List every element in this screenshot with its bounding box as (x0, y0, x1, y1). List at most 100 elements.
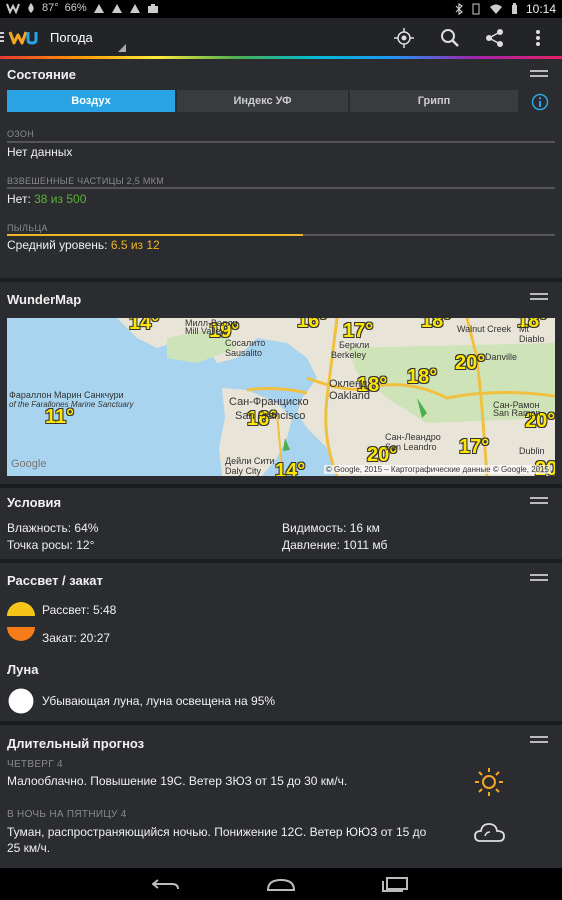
section-title: Состояние (7, 67, 77, 82)
app-bar: Погода (0, 18, 562, 56)
dewpoint-value: Точка росы: 12° (7, 538, 95, 552)
map-city-label: Беркли (339, 340, 370, 350)
map-temperature-label[interactable]: 18° (407, 366, 437, 389)
pressure-value: Давление: 1011 мб (282, 538, 388, 552)
forecast-item[interactable]: ЧЕТВЕРГ 4 Малооблачно. Повышение 19С. Ве… (0, 757, 562, 807)
bluetooth-icon (455, 3, 463, 15)
particles-value-row: Нет: 38 из 500 (7, 192, 86, 206)
map-temperature-label[interactable]: 20° (455, 352, 485, 375)
map-temperature-label[interactable]: 16° (297, 318, 327, 333)
tab-air[interactable]: Воздух (7, 90, 175, 112)
map-city-label: Dublin (519, 446, 545, 456)
particles-label: ВЗВЕШЕННЫЕ ЧАСТИЦЫ 2,5 МКМ (7, 176, 165, 186)
map-city-label: Mt Diablo (519, 324, 545, 344)
conditions-card: Условия Влажность: 64% Точка росы: 12° В… (0, 488, 562, 559)
map-city-label: Сосалито (225, 338, 266, 348)
state-card: Состояние Воздух Индекс УФ Грипп ОЗОН Не… (0, 59, 562, 278)
wifi-icon (489, 4, 502, 14)
info-icon[interactable] (531, 93, 549, 111)
app-logo-button[interactable] (0, 26, 42, 48)
cloud-icon (474, 823, 505, 842)
warning-icon (111, 3, 122, 13)
pollen-level-fill (7, 234, 303, 236)
warning-icon (93, 3, 104, 13)
particles-level-track (7, 187, 555, 189)
forecast-text: Малооблачно. Повышение 19С. Ветер ЗЮЗ от… (7, 774, 348, 788)
map-city-label: Daly City (225, 466, 262, 476)
map-temperature-label[interactable]: 14° (275, 460, 305, 476)
status-bar: 87° 66% 10:14 (0, 0, 562, 18)
vibrate-icon (472, 3, 480, 15)
map-temperature-label[interactable]: 14° (129, 318, 159, 335)
reorder-icon[interactable] (530, 293, 548, 302)
gps-location-icon[interactable] (394, 28, 414, 48)
reorder-icon[interactable] (530, 736, 548, 745)
map-copyright: © Google, 2015 – Картографические данные… (323, 465, 551, 474)
particles-prefix: Нет: (7, 192, 31, 206)
forecast-text: Туман, распространяющийся ночью. Понижен… (7, 825, 427, 855)
ozone-value: Нет данных (7, 145, 73, 159)
battery-percent: 66% (64, 2, 87, 14)
humidity-value: Влажность: 64% (7, 521, 99, 535)
reorder-icon[interactable] (530, 70, 548, 79)
map-city-label: of the Farallones Marine Sanctuary (9, 400, 134, 409)
flame-icon (28, 3, 34, 13)
sun-icon (475, 768, 503, 796)
section-title: WunderMap (7, 292, 82, 307)
drawer-indicator-icon (0, 32, 4, 42)
google-logo: Google (11, 458, 47, 470)
map-city-label: Окленд (329, 378, 368, 390)
reorder-icon[interactable] (530, 497, 548, 506)
sunset-value: Закат: 20:27 (42, 631, 111, 645)
home-icon[interactable] (266, 876, 296, 892)
map-temperature-label[interactable]: 17° (459, 436, 489, 459)
tab-uv-index[interactable]: Индекс УФ (177, 90, 348, 112)
clock: 10:14 (525, 2, 556, 16)
navigation-bar (0, 868, 562, 900)
pollen-value-row: Средний уровень: 6.5 из 12 (7, 238, 160, 252)
share-icon[interactable] (485, 28, 505, 48)
map-city-label: Фараллон Марин Санкчури (9, 390, 124, 400)
pollen-label: ПЫЛЬЦА (7, 223, 48, 233)
map-city-label: Sausalito (225, 348, 263, 358)
battery-icon (511, 3, 517, 14)
pollen-prefix: Средний уровень: (7, 238, 108, 252)
map-city-label: San Francisco (235, 410, 306, 422)
back-icon[interactable] (152, 877, 180, 891)
recent-apps-icon[interactable] (381, 876, 409, 892)
section-title: Рассвет / закат (7, 573, 103, 588)
map-city-label: San Leandro (385, 442, 437, 452)
map-city-label: Сан-Леандро (385, 432, 441, 442)
forecast-day: ЧЕТВЕРГ 4 (7, 759, 63, 770)
location-dropdown[interactable]: Погода (50, 18, 128, 54)
map-city-label: Danville (485, 352, 518, 362)
forecast-item[interactable]: В НОЧЬ НА ПЯТНИЦУ 4 Туман, распространяю… (0, 805, 562, 865)
reorder-icon[interactable] (530, 574, 548, 583)
visibility-value: Видимость: 16 км (282, 521, 380, 535)
sun-moon-card: Рассвет / закат Рассвет: 5:48 Закат: 20:… (0, 563, 562, 721)
particles-value: 38 из 500 (34, 192, 87, 206)
moon-phase-icon (7, 687, 35, 715)
moon-title: Луна (7, 662, 39, 677)
section-title: Длительный прогноз (7, 736, 145, 751)
map-temperature-label[interactable]: 18° (421, 318, 451, 333)
map-city-label: Walnut Creek (457, 324, 512, 334)
overflow-menu-icon[interactable] (534, 28, 542, 48)
search-icon[interactable] (440, 28, 460, 48)
map-city-label: Дейли Сити (225, 456, 275, 466)
temperature-indicator: 87° (42, 2, 59, 14)
wundermap-map[interactable]: 14° 19° 16° 17° 18° 18° 18° 20° 18° 11° … (7, 318, 555, 476)
ozone-label: ОЗОН (7, 129, 35, 139)
map-city-label: Сан-Франциско (229, 396, 309, 408)
wundermap-card: WunderMap 14° 19° 16° 17° 18° 18° 18° 20… (0, 282, 562, 484)
tab-flu[interactable]: Грипп (350, 90, 518, 112)
map-temperature-label[interactable]: 11° (45, 406, 74, 429)
ozone-divider (7, 141, 555, 143)
moon-phase-value: Убывающая луна, луна освещена на 95% (42, 694, 276, 708)
pollen-value: 6.5 из 12 (110, 238, 160, 252)
forecast-card: Длительный прогноз ЧЕТВЕРГ 4 Малооблачно… (0, 725, 562, 868)
wunderground-notification-icon (6, 3, 20, 14)
section-title: Условия (7, 495, 62, 510)
sunrise-value: Рассвет: 5:48 (42, 603, 117, 617)
forecast-day: В НОЧЬ НА ПЯТНИЦУ 4 (7, 809, 127, 820)
